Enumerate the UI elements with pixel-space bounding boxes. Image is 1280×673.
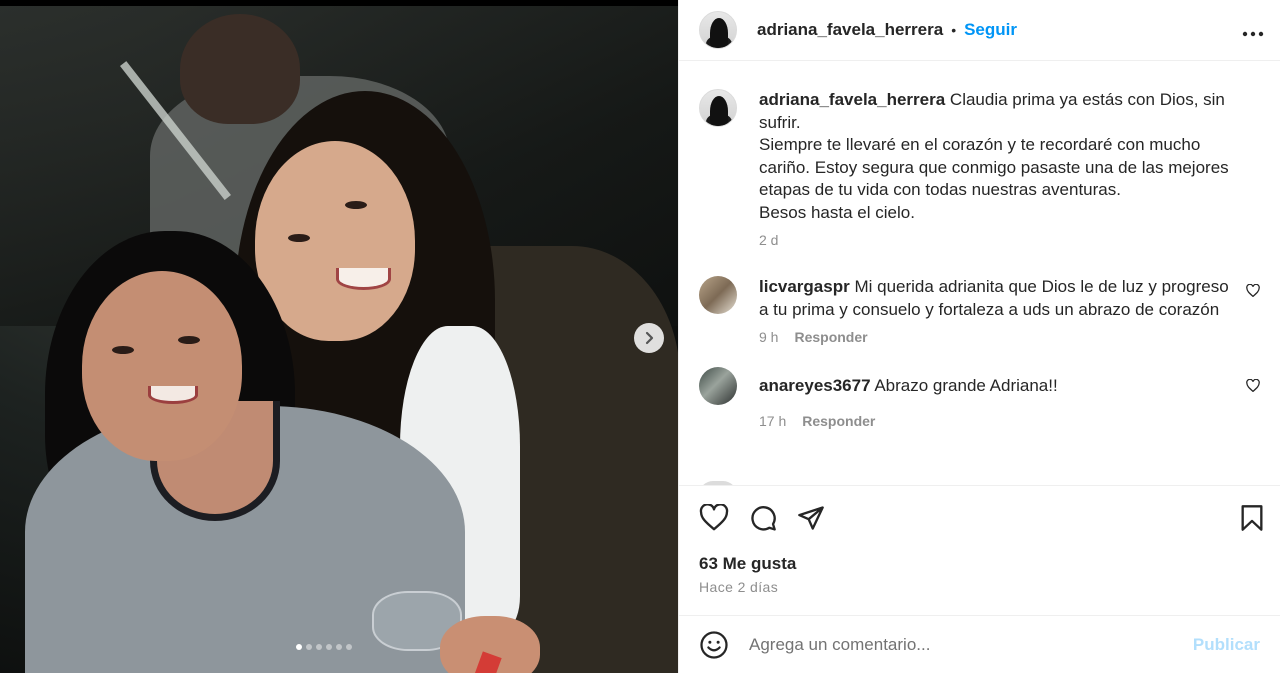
caption-meta: 2 d	[759, 232, 1264, 248]
comment-like-button[interactable]	[1246, 283, 1260, 302]
save-button[interactable]	[1240, 504, 1264, 532]
comment-username[interactable]: anareyes3677	[759, 376, 871, 395]
follow-button[interactable]: Seguir	[964, 20, 1017, 40]
more-options-button[interactable]	[1242, 17, 1264, 43]
comment-button[interactable]	[749, 504, 777, 532]
carousel-dot	[296, 644, 302, 650]
comment-meta: 17 h Responder	[759, 413, 1264, 429]
add-comment-bar: Publicar	[679, 615, 1280, 673]
emoji-button[interactable]	[699, 630, 729, 660]
comment-text-block: licvargaspr Mi querida adrianita que Dio…	[759, 276, 1229, 321]
comment-text: Abrazo grande Adriana!!	[874, 376, 1058, 395]
next-arrow-icon	[645, 331, 654, 345]
heart-icon	[1246, 283, 1260, 298]
post-media	[0, 0, 678, 673]
caption-avatar[interactable]	[699, 89, 737, 127]
caption-text-block: adriana_favela_herrera Claudia prima ya …	[759, 89, 1239, 224]
share-button[interactable]	[797, 505, 825, 531]
bookmark-icon	[1241, 504, 1263, 531]
share-icon	[798, 505, 824, 530]
partially-visible-comment	[699, 481, 1259, 485]
author-avatar[interactable]	[699, 11, 737, 49]
heart-icon	[1246, 378, 1260, 393]
reply-button[interactable]: Responder	[802, 413, 875, 429]
caption-age[interactable]: 2 d	[759, 232, 778, 248]
carousel-dot	[326, 644, 332, 650]
comment-item: licvargaspr Mi querida adrianita que Dio…	[699, 276, 1264, 321]
post-caption: adriana_favela_herrera Claudia prima ya …	[699, 89, 1264, 224]
comment-item: anareyes3677 Abrazo grande Adriana!!	[699, 367, 1264, 405]
carousel-dot	[346, 644, 352, 650]
comment-age[interactable]: 17 h	[759, 413, 786, 429]
header-separator: •	[951, 22, 957, 38]
heart-icon	[699, 504, 729, 531]
carousel-dot	[316, 644, 322, 650]
carousel-dot	[336, 644, 342, 650]
commenter-avatar[interactable]	[699, 276, 737, 314]
post-details-panel: adriana_favela_herrera • Seguir adriana_…	[678, 0, 1280, 673]
post-header: adriana_favela_herrera • Seguir	[679, 0, 1280, 61]
like-button[interactable]	[699, 504, 729, 531]
carousel-dot	[306, 644, 312, 650]
carousel-dots	[296, 644, 352, 650]
like-count[interactable]: 63 Me gusta	[679, 549, 1280, 579]
caption-text: Claudia prima ya estás con Dios, sin suf…	[759, 90, 1229, 222]
post-comment-button[interactable]: Publicar	[1193, 635, 1260, 655]
comment-icon	[751, 505, 776, 531]
comment-like-button[interactable]	[1246, 378, 1260, 397]
comment-meta: 9 h Responder	[759, 329, 1264, 345]
comments-list[interactable]: adriana_favela_herrera Claudia prima ya …	[679, 61, 1280, 485]
instagram-post-modal: adriana_favela_herrera • Seguir adriana_…	[0, 0, 1280, 673]
reply-button[interactable]: Responder	[794, 329, 867, 345]
comment-username[interactable]: licvargaspr	[759, 277, 850, 296]
caption-username[interactable]: adriana_favela_herrera	[759, 90, 945, 109]
post-timestamp[interactable]: Hace 2 días	[679, 579, 1280, 603]
more-icon	[1242, 31, 1264, 37]
carousel-next-button[interactable]	[634, 323, 664, 353]
post-photo[interactable]	[0, 6, 678, 673]
post-actions-bar	[679, 485, 1280, 549]
emoji-icon	[700, 630, 728, 659]
comment-age[interactable]: 9 h	[759, 329, 778, 345]
commenter-avatar[interactable]	[699, 367, 737, 405]
comment-text-block: anareyes3677 Abrazo grande Adriana!!	[759, 367, 1229, 405]
author-username[interactable]: adriana_favela_herrera	[757, 20, 943, 40]
comment-input[interactable]	[749, 634, 1193, 655]
